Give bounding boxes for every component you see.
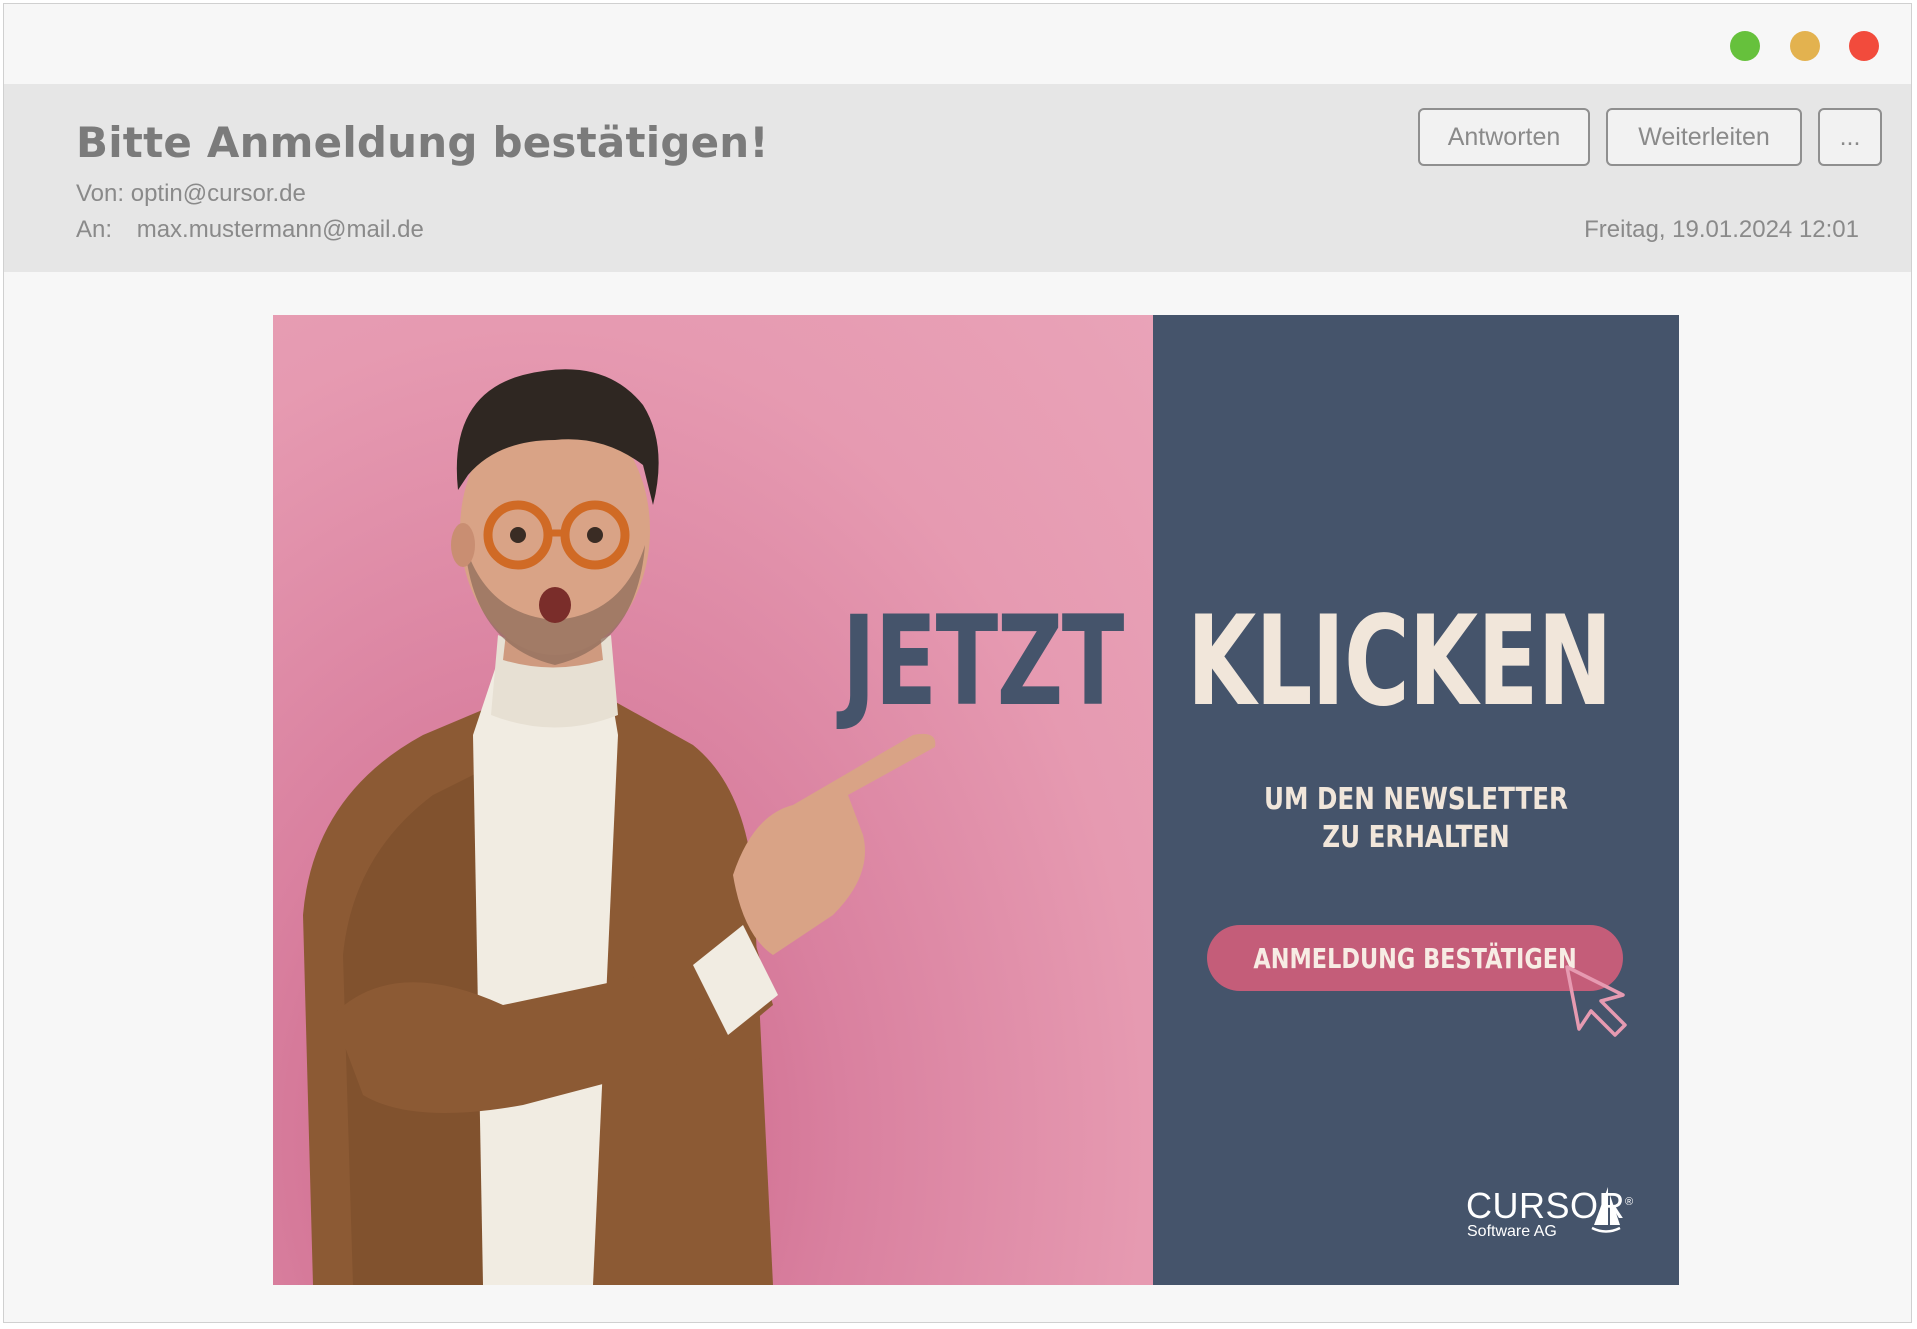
confirm-registration-label: ANMELDUNG BESTÄTIGEN	[1253, 941, 1577, 975]
headline-jetzt: JETZT	[841, 590, 1125, 734]
from-label: Von:	[76, 180, 125, 207]
sailboat-icon	[1591, 1187, 1621, 1233]
from-address[interactable]: optin@cursor.de	[131, 180, 306, 207]
minimize-button[interactable]	[1790, 31, 1820, 61]
email-date: Freitag, 19.01.2024 12:01	[1584, 216, 1859, 243]
email-subject: Bitte Anmeldung bestätigen!	[76, 118, 769, 167]
headline-klicken: KLICKEN	[1187, 590, 1612, 734]
cursor-logo: CURSOR® Software AG	[1466, 1185, 1633, 1249]
banner-photo-panel: JETZT	[273, 315, 1153, 1285]
subline-2: ZU ERHALTEN	[1322, 820, 1510, 855]
maximize-button[interactable]	[1730, 31, 1760, 61]
forward-button[interactable]: Weiterleiten	[1606, 108, 1802, 166]
to-label: An:	[76, 216, 113, 243]
to-address[interactable]: max.mustermann@mail.de	[137, 216, 424, 243]
reply-button[interactable]: Antworten	[1418, 108, 1590, 166]
mouse-pointer-icon	[1565, 965, 1627, 1037]
email-body: JETZT KLICKEN UM DEN NEWSLETTER ZU ERHAL…	[4, 272, 1911, 1322]
email-header: Bitte Anmeldung bestätigen! Von: optin@c…	[4, 84, 1911, 272]
title-bar	[4, 4, 1911, 84]
to-line: An: max.mustermann@mail.de	[76, 216, 424, 244]
more-actions-button[interactable]: ...	[1818, 108, 1882, 166]
mail-window: Bitte Anmeldung bestätigen! Von: optin@c…	[3, 3, 1912, 1323]
newsletter-banner: JETZT KLICKEN UM DEN NEWSLETTER ZU ERHAL…	[273, 315, 1679, 1285]
pointing-man-illustration	[303, 369, 936, 1285]
from-line: Von: optin@cursor.de	[76, 180, 306, 208]
subline-1: UM DEN NEWSLETTER	[1263, 782, 1568, 817]
banner-cta-panel: KLICKEN UM DEN NEWSLETTER ZU ERHALTEN AN…	[1153, 315, 1679, 1285]
confirm-registration-button[interactable]: ANMELDUNG BESTÄTIGEN	[1207, 925, 1623, 991]
close-button[interactable]	[1849, 31, 1879, 61]
logo-subline: Software AG	[1467, 1223, 1557, 1240]
